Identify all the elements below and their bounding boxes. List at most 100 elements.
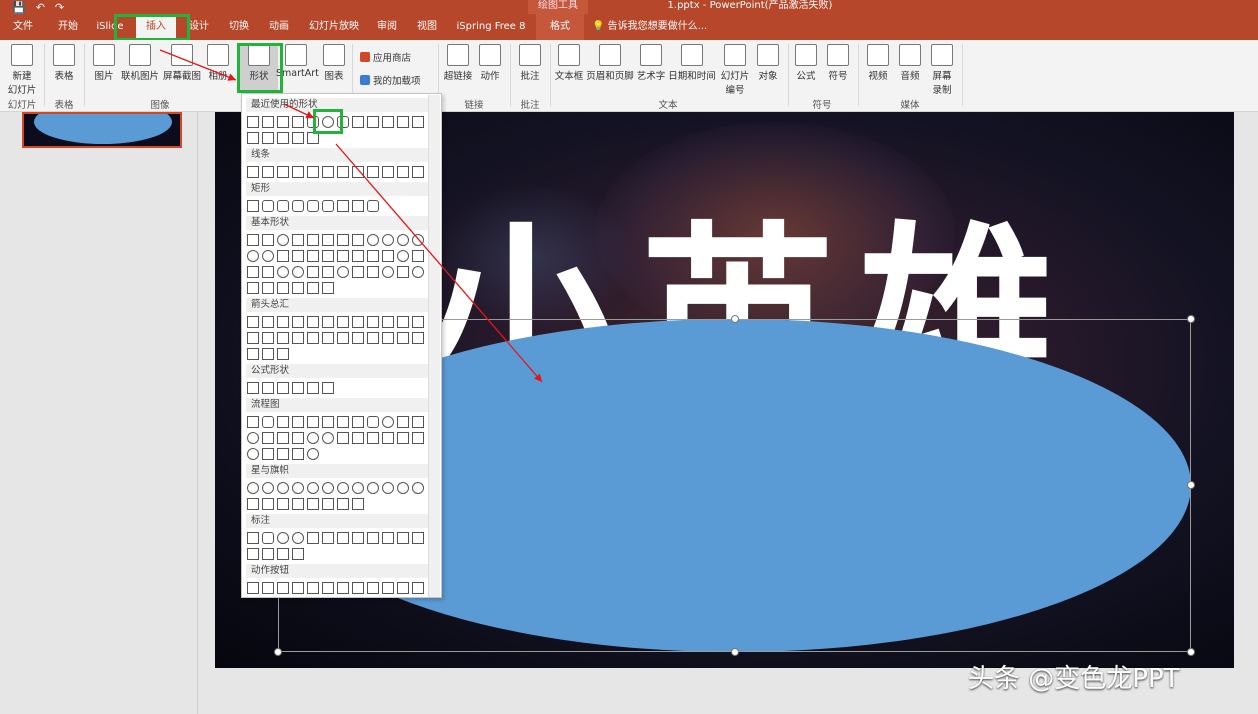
flow-17[interactable] xyxy=(307,432,319,444)
arrow-8[interactable] xyxy=(352,316,364,328)
action-home[interactable] xyxy=(307,582,319,594)
basic-34[interactable] xyxy=(382,266,394,278)
basic-41[interactable] xyxy=(307,282,319,294)
flow-27[interactable] xyxy=(277,448,289,460)
elbow-connector-shape[interactable] xyxy=(367,116,379,128)
basic-33[interactable] xyxy=(367,266,379,278)
flow-13[interactable] xyxy=(247,432,259,444)
action-help[interactable] xyxy=(397,582,409,594)
plus-shape[interactable] xyxy=(247,382,259,394)
flow-7[interactable] xyxy=(337,416,349,428)
basic-4[interactable] xyxy=(292,234,304,246)
basic-3[interactable] xyxy=(277,234,289,246)
object-button[interactable]: 对象 xyxy=(754,44,782,82)
banner-3[interactable] xyxy=(277,498,289,510)
action-end[interactable] xyxy=(292,582,304,594)
star-10[interactable] xyxy=(382,482,394,494)
basic-21[interactable] xyxy=(367,250,379,262)
arrow-10[interactable] xyxy=(382,316,394,328)
basic-36[interactable] xyxy=(412,266,424,278)
tell-me-search[interactable]: 💡 告诉我您想要做什么... xyxy=(592,14,707,40)
basic-20[interactable] xyxy=(352,250,364,262)
basic-26[interactable] xyxy=(262,266,274,278)
basic-23[interactable] xyxy=(397,250,409,262)
arrow-6[interactable] xyxy=(322,316,334,328)
table-button[interactable]: 表格 xyxy=(50,44,78,82)
tab-ispring[interactable]: iSpring Free 8 xyxy=(452,14,530,40)
arrow-21[interactable] xyxy=(367,332,379,344)
star-2[interactable] xyxy=(262,482,274,494)
callout-4[interactable] xyxy=(292,532,304,544)
flow-3[interactable] xyxy=(277,416,289,428)
header-footer-button[interactable]: 页眉和页脚 xyxy=(586,44,634,82)
flow-18[interactable] xyxy=(322,432,334,444)
basic-35[interactable] xyxy=(397,266,409,278)
minus-shape[interactable] xyxy=(262,382,274,394)
screenshot-button[interactable]: 屏幕截图 xyxy=(162,44,202,82)
callout-3[interactable] xyxy=(277,532,289,544)
flow-9[interactable] xyxy=(367,416,379,428)
resize-handle-bl[interactable] xyxy=(274,648,282,656)
action-info[interactable] xyxy=(322,582,334,594)
basic-9[interactable] xyxy=(367,234,379,246)
comment-button[interactable]: 批注 xyxy=(516,44,544,82)
rect-3[interactable] xyxy=(277,200,289,212)
action-forward[interactable] xyxy=(262,582,274,594)
star-9[interactable] xyxy=(367,482,379,494)
vertical-textbox-shape[interactable] xyxy=(262,116,274,128)
arrow-26[interactable] xyxy=(262,348,274,360)
flow-8[interactable] xyxy=(352,416,364,428)
flow-10[interactable] xyxy=(382,416,394,428)
banner-7[interactable] xyxy=(337,498,349,510)
flow-26[interactable] xyxy=(262,448,274,460)
flow-21[interactable] xyxy=(367,432,379,444)
arrow-line-shape[interactable] xyxy=(292,116,304,128)
action-sound[interactable] xyxy=(382,582,394,594)
flow-4[interactable] xyxy=(292,416,304,428)
basic-1[interactable] xyxy=(247,234,259,246)
action-movie[interactable] xyxy=(352,582,364,594)
resize-handle-tr[interactable] xyxy=(1187,315,1195,323)
down-arrow-shape[interactable] xyxy=(412,116,424,128)
callout-9[interactable] xyxy=(367,532,379,544)
flow-6[interactable] xyxy=(322,416,334,428)
basic-16[interactable] xyxy=(292,250,304,262)
resize-handle-r[interactable] xyxy=(1187,481,1195,489)
flow-16[interactable] xyxy=(292,432,304,444)
flow-1[interactable] xyxy=(247,416,259,428)
curve-shape[interactable] xyxy=(277,132,289,144)
arrow-19[interactable] xyxy=(337,332,349,344)
rotate-handle-icon[interactable]: ⟳ xyxy=(727,284,742,305)
redo-icon[interactable]: ↷ xyxy=(55,1,64,14)
arrow-23[interactable] xyxy=(397,332,409,344)
slide-thumbnail-1[interactable] xyxy=(22,112,182,148)
flow-14[interactable] xyxy=(262,432,274,444)
arc-shape[interactable] xyxy=(292,132,304,144)
action-return[interactable] xyxy=(337,582,349,594)
flow-28[interactable] xyxy=(292,448,304,460)
tab-animations[interactable]: 动画 xyxy=(264,14,294,40)
flow-20[interactable] xyxy=(352,432,364,444)
my-addins-button[interactable]: 我的加载项 xyxy=(360,73,421,87)
picture-button[interactable]: 图片 xyxy=(90,44,118,82)
banner-2[interactable] xyxy=(262,498,274,510)
tab-transitions[interactable]: 切换 xyxy=(224,14,254,40)
line-2[interactable] xyxy=(262,166,274,178)
album-button[interactable]: 相册 xyxy=(204,44,232,82)
arrow-13[interactable] xyxy=(247,332,259,344)
callout-15[interactable] xyxy=(277,548,289,560)
rect-6[interactable] xyxy=(322,200,334,212)
basic-22[interactable] xyxy=(382,250,394,262)
tab-view[interactable]: 视图 xyxy=(412,14,442,40)
action-back[interactable] xyxy=(247,582,259,594)
tab-review[interactable]: 审阅 xyxy=(372,14,402,40)
arrow-5[interactable] xyxy=(307,316,319,328)
datetime-button[interactable]: 日期和时间 xyxy=(668,44,716,82)
basic-8[interactable] xyxy=(352,234,364,246)
basic-5[interactable] xyxy=(307,234,319,246)
equal-shape[interactable] xyxy=(307,382,319,394)
rect-4[interactable] xyxy=(292,200,304,212)
callout-1[interactable] xyxy=(247,532,259,544)
banner-5[interactable] xyxy=(307,498,319,510)
symbol-button[interactable]: 符号 xyxy=(824,44,852,82)
